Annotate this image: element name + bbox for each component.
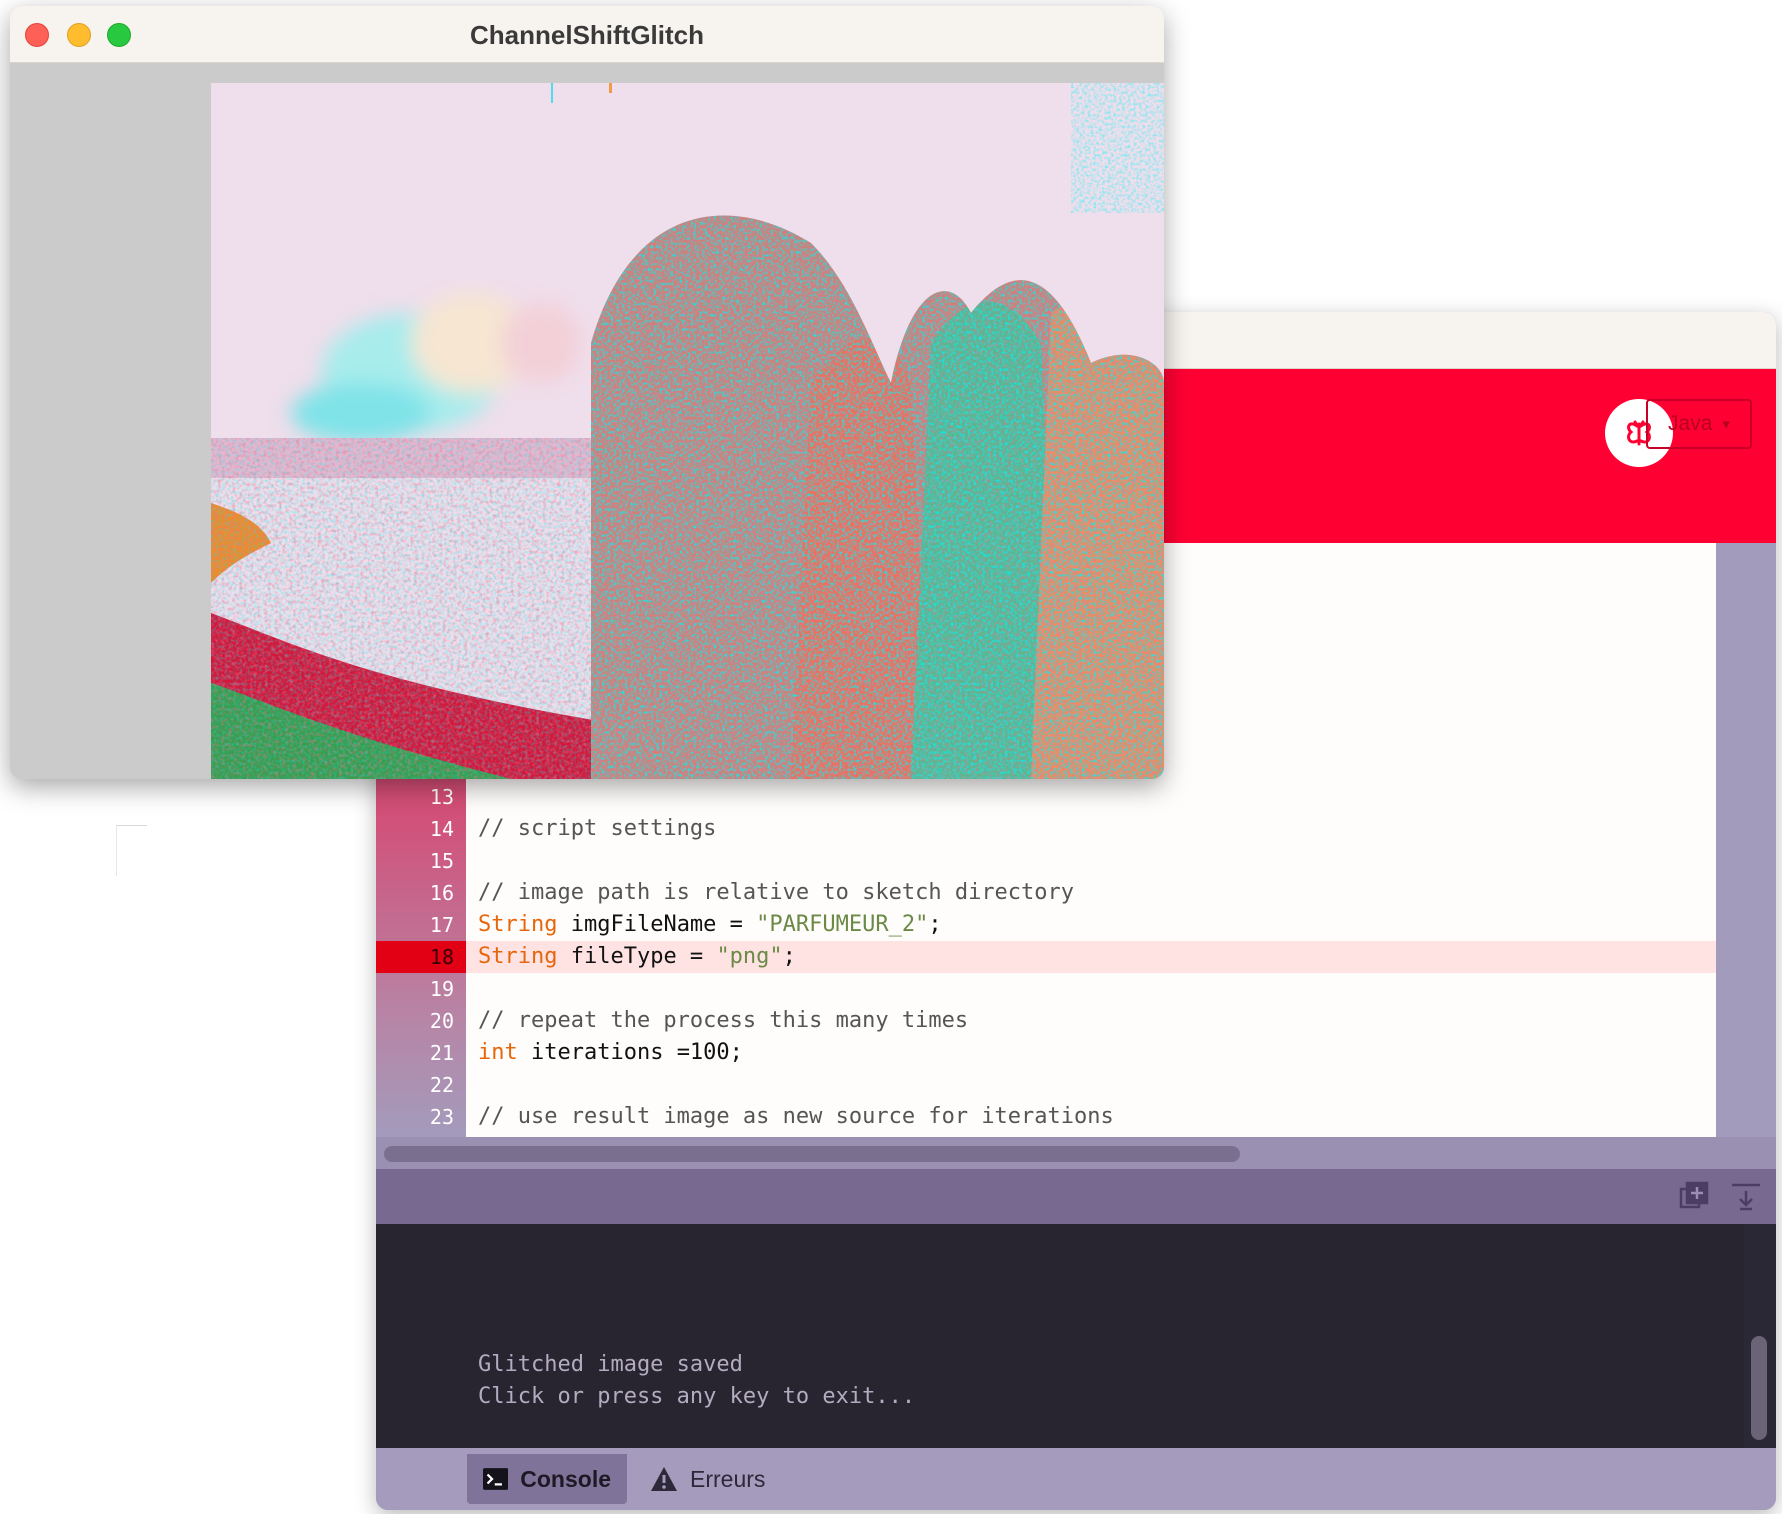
console-line: Click or press any key to exit...: [478, 1384, 916, 1409]
console-tab-bar: Console Erreurs: [376, 1448, 1776, 1510]
tab-console-label: Console: [520, 1465, 611, 1492]
code-text: // image path is relative to sketch dire…: [478, 877, 1074, 909]
code-token: fileType =: [557, 944, 717, 969]
code-text: String fileType = "png";: [478, 941, 796, 973]
code-line[interactable]: 13: [430, 781, 1776, 813]
window-fragment-edge: [116, 825, 147, 876]
clear-console-icon[interactable]: [1730, 1180, 1762, 1212]
code-token: String: [478, 912, 558, 937]
sketch-window: ChannelShiftGlitch: [10, 6, 1164, 779]
code-line[interactable]: 19: [430, 973, 1776, 1005]
console-vertical-scrollbar[interactable]: [1744, 1224, 1776, 1448]
line-number: 13: [429, 785, 454, 809]
code-text: // use result image as new source for it…: [478, 1101, 1114, 1133]
line-number: 14: [429, 817, 454, 841]
horizontal-scroll-thumb[interactable]: [384, 1146, 1240, 1162]
glitch-art-image[interactable]: [211, 83, 1164, 779]
line-number: 19: [429, 977, 454, 1001]
code-token: "png": [716, 944, 783, 969]
code-text: // script settings: [478, 813, 716, 845]
line-number: 17: [429, 913, 454, 937]
code-token: String: [478, 944, 558, 969]
code-token: // use result image as new source for it…: [478, 1104, 1114, 1129]
line-number: 15: [429, 849, 454, 873]
code-token: // script settings: [478, 816, 717, 841]
line-number: 23: [429, 1105, 454, 1129]
code-line[interactable]: 15: [430, 845, 1776, 877]
code-line[interactable]: 14 // script settings: [430, 813, 1776, 845]
code-line[interactable]: 20 // repeat the process this many times: [430, 1005, 1776, 1037]
code-token: "PARFUMEUR_2": [756, 912, 929, 937]
mode-selector[interactable]: Java ▾: [1646, 399, 1752, 449]
line-number: 20: [429, 1009, 454, 1033]
line-number: 21: [429, 1041, 454, 1065]
tab-errors-label: Erreurs: [690, 1465, 766, 1492]
sketch-titlebar[interactable]: ChannelShiftGlitch: [10, 6, 1164, 63]
console-scroll-thumb[interactable]: [1751, 1336, 1767, 1440]
code-line[interactable]: 18 String fileType = "png";: [376, 941, 1776, 973]
code-token: int: [478, 1040, 518, 1065]
tab-console[interactable]: Console: [467, 1454, 627, 1504]
warning-icon: [651, 1467, 677, 1491]
editor-horizontal-scrollbar[interactable]: [376, 1137, 1776, 1169]
code-line[interactable]: 22: [430, 1069, 1776, 1101]
code-line[interactable]: 16 // image path is relative to sketch di…: [430, 877, 1776, 909]
code-token: ;: [928, 912, 942, 937]
code-token: ;: [782, 944, 796, 969]
code-text: int iterations =100;: [478, 1037, 743, 1069]
console-line: Glitched image saved: [478, 1352, 743, 1377]
chevron-down-icon: ▾: [1722, 416, 1730, 433]
code-text: // repeat the process this many times: [478, 1005, 968, 1037]
line-number: 18: [429, 945, 454, 969]
line-number: 22: [429, 1073, 454, 1097]
mode-label: Java: [1668, 412, 1713, 435]
code-token: // image path is relative to sketch dire…: [478, 880, 1075, 905]
code-line[interactable]: 21 int iterations =100;: [430, 1037, 1776, 1069]
console-output[interactable]: Glitched image saved Click or press any …: [376, 1224, 1744, 1448]
code-lines: 13 14 // script settings 15 16 // image path …: [376, 781, 1776, 1165]
sketch-window-title: ChannelShiftGlitch: [470, 20, 704, 50]
code-token: imgFileName =: [557, 912, 757, 937]
console-header: [376, 1169, 1776, 1224]
code-token: // repeat the process this many times: [478, 1008, 969, 1033]
code-text: String imgFileName = "PARFUMEUR_2";: [478, 909, 942, 941]
tab-errors[interactable]: Erreurs: [634, 1454, 781, 1504]
terminal-icon: [483, 1468, 509, 1490]
copy-console-icon[interactable]: [1678, 1180, 1710, 1212]
code-token: iterations =100;: [517, 1040, 743, 1065]
code-line[interactable]: 23 // use result image as new source for …: [430, 1101, 1776, 1133]
code-line[interactable]: 17 String imgFileName = "PARFUMEUR_2";: [430, 909, 1776, 941]
line-number: 16: [429, 881, 454, 905]
